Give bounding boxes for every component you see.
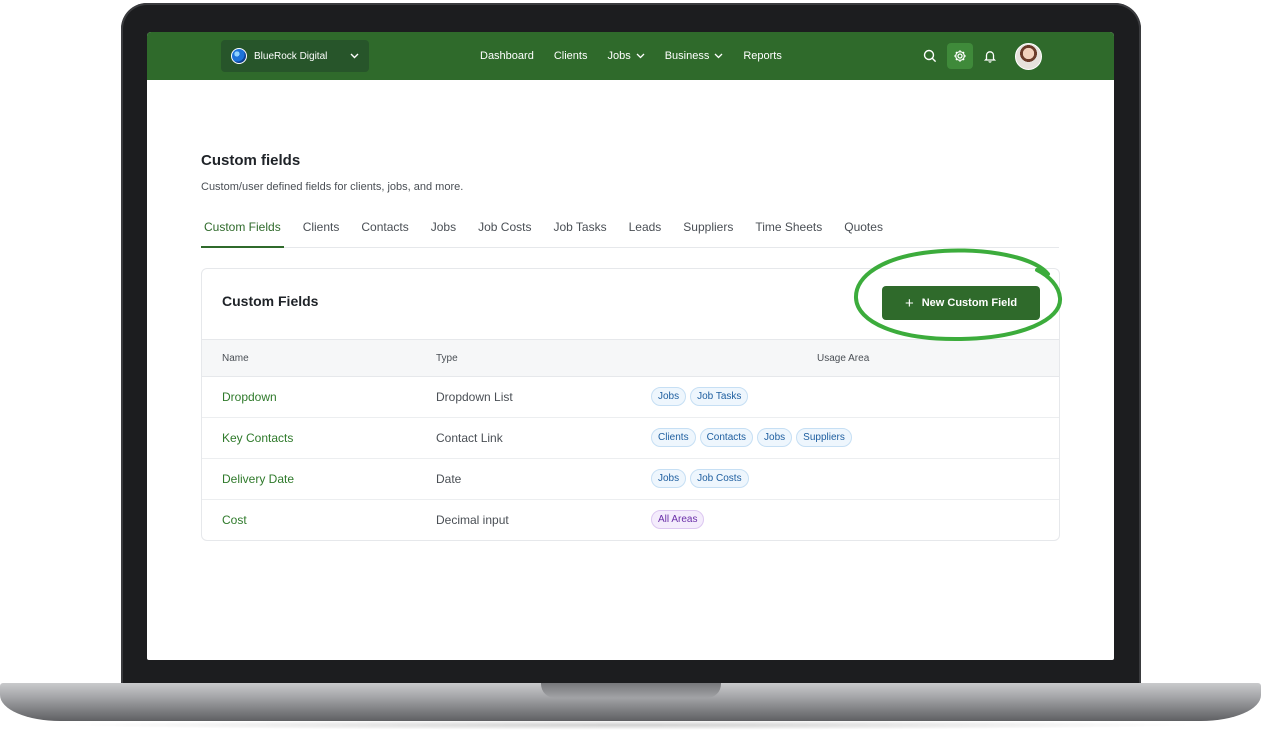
tab-clients[interactable]: Clients xyxy=(300,214,343,248)
tab-leads[interactable]: Leads xyxy=(626,214,665,248)
tab-time-sheets[interactable]: Time Sheets xyxy=(752,214,825,248)
custom-fields-card: Custom Fields + New Custom Field Name Ty… xyxy=(201,268,1060,541)
nav-link-label: Dashboard xyxy=(480,50,534,62)
bell-icon[interactable] xyxy=(977,43,1003,69)
field-name-link[interactable]: Delivery Date xyxy=(222,472,294,486)
table-row[interactable]: Cost Decimal input All Areas xyxy=(202,500,1059,540)
card-title: Custom Fields xyxy=(222,293,319,309)
nav-reports[interactable]: Reports xyxy=(743,50,782,62)
top-nav: BlueRock Digital Dashboard Clients Jobs … xyxy=(147,32,1114,80)
usage-tags: All Areas xyxy=(651,510,705,529)
nav-actions xyxy=(917,40,1042,72)
tab-contacts[interactable]: Contacts xyxy=(358,214,411,248)
chevron-down-icon xyxy=(636,51,645,61)
usage-tags: Jobs Job Tasks xyxy=(651,387,749,406)
org-switcher[interactable]: BlueRock Digital xyxy=(221,40,369,72)
usage-tag: Jobs xyxy=(651,469,687,488)
tab-quotes[interactable]: Quotes xyxy=(841,214,886,248)
nav-business[interactable]: Business xyxy=(665,50,724,62)
field-type: Contact Link xyxy=(436,431,503,445)
main-nav: Dashboard Clients Jobs Business Reports xyxy=(480,32,802,80)
usage-tag: Jobs xyxy=(757,428,793,447)
nav-dashboard[interactable]: Dashboard xyxy=(480,50,534,62)
usage-tag: Contacts xyxy=(699,428,754,447)
usage-tag: All Areas xyxy=(651,510,705,529)
avatar[interactable] xyxy=(1015,42,1042,70)
table-header: Name Type Usage Area xyxy=(202,339,1059,377)
field-type: Decimal input xyxy=(436,513,509,527)
nav-clients[interactable]: Clients xyxy=(554,50,588,62)
field-type: Date xyxy=(436,472,462,486)
column-header-type[interactable]: Type xyxy=(436,353,458,364)
field-name-link[interactable]: Cost xyxy=(222,513,247,527)
nav-jobs[interactable]: Jobs xyxy=(607,50,645,62)
tab-custom-fields[interactable]: Custom Fields xyxy=(201,214,284,248)
field-name-link[interactable]: Key Contacts xyxy=(222,431,293,445)
usage-tag: Job Tasks xyxy=(690,387,749,406)
usage-tag: Clients xyxy=(651,428,696,447)
nav-link-label: Jobs xyxy=(607,50,631,62)
chevron-down-icon xyxy=(350,51,359,62)
field-type: Dropdown List xyxy=(436,390,513,404)
chevron-down-icon xyxy=(714,51,723,61)
gear-icon[interactable] xyxy=(947,43,973,69)
new-custom-field-button[interactable]: + New Custom Field xyxy=(882,286,1040,320)
nav-link-label: Reports xyxy=(743,50,782,62)
tab-jobs[interactable]: Jobs xyxy=(428,214,459,248)
nav-link-label: Business xyxy=(664,50,710,62)
column-header-usage-area[interactable]: Usage Area xyxy=(817,353,869,364)
laptop-shadow xyxy=(60,720,1200,730)
laptop-notch xyxy=(541,683,721,698)
globe-icon xyxy=(231,48,247,64)
plus-icon: + xyxy=(904,294,914,312)
page-title: Custom fields xyxy=(201,152,301,169)
tab-suppliers[interactable]: Suppliers xyxy=(680,214,736,248)
usage-tag: Job Costs xyxy=(690,469,749,488)
org-name: BlueRock Digital xyxy=(254,50,328,62)
nav-link-label: Clients xyxy=(553,50,588,62)
usage-tag: Suppliers xyxy=(796,428,852,447)
tab-job-tasks[interactable]: Job Tasks xyxy=(550,214,609,248)
button-label: New Custom Field xyxy=(921,297,1018,309)
usage-tag: Jobs xyxy=(651,387,687,406)
search-icon[interactable] xyxy=(917,43,943,69)
tab-job-costs[interactable]: Job Costs xyxy=(475,214,534,248)
usage-tags: Clients Contacts Jobs Suppliers xyxy=(651,428,852,447)
tab-bar: Custom Fields Clients Contacts Jobs Job … xyxy=(201,214,1059,248)
page-subtitle: Custom/user defined fields for clients, … xyxy=(201,181,464,193)
table-row[interactable]: Key Contacts Contact Link Clients Contac… xyxy=(202,418,1059,459)
table-row[interactable]: Delivery Date Date Jobs Job Costs xyxy=(202,459,1059,500)
column-header-name[interactable]: Name xyxy=(222,353,249,364)
field-name-link[interactable]: Dropdown xyxy=(222,390,277,404)
usage-tags: Jobs Job Costs xyxy=(651,469,749,488)
app-screen: BlueRock Digital Dashboard Clients Jobs … xyxy=(147,32,1114,660)
table-row[interactable]: Dropdown Dropdown List Jobs Job Tasks xyxy=(202,377,1059,418)
